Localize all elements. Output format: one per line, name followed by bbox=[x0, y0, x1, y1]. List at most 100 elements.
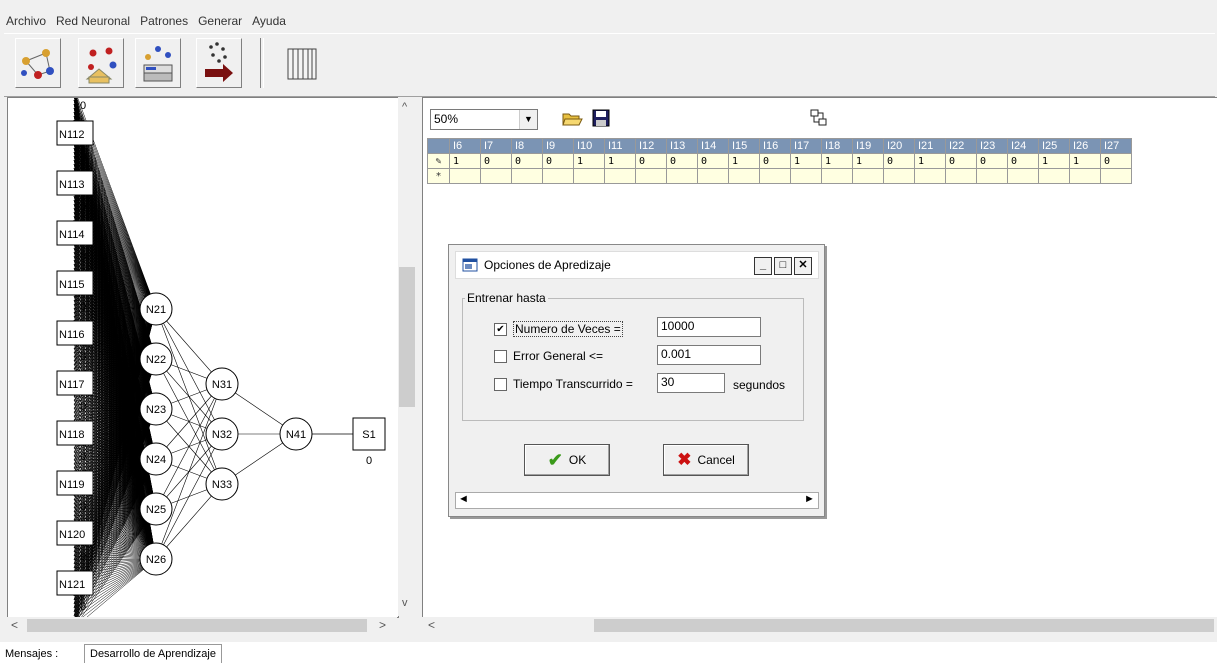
dialog-horizontal-scrollbar[interactable]: ◄ ► bbox=[455, 492, 819, 509]
column-header[interactable]: I18 bbox=[821, 138, 853, 154]
close-button[interactable]: ✕ bbox=[794, 257, 812, 275]
hidden-neuron[interactable]: N32 bbox=[205, 417, 239, 451]
column-header[interactable]: I6 bbox=[449, 138, 481, 154]
table-new-row[interactable]: * bbox=[427, 168, 1132, 184]
menu-ayuda[interactable]: Ayuda bbox=[247, 12, 291, 32]
table-cell-empty[interactable] bbox=[697, 168, 729, 184]
error-option[interactable]: Error General <= bbox=[494, 349, 603, 363]
save-icon[interactable] bbox=[591, 108, 611, 128]
patterns-button[interactable] bbox=[78, 38, 124, 88]
table-cell[interactable]: 0 bbox=[1100, 153, 1132, 169]
table-cell-empty[interactable] bbox=[759, 168, 791, 184]
patterns-hscroll-thumb[interactable] bbox=[594, 619, 1214, 632]
grid-view-button[interactable] bbox=[279, 38, 325, 88]
table-cell[interactable]: 0 bbox=[635, 153, 667, 169]
table-cell-empty[interactable] bbox=[573, 168, 605, 184]
error-checkbox[interactable] bbox=[494, 349, 507, 363]
arrange-icon[interactable] bbox=[809, 108, 829, 128]
column-header[interactable]: I15 bbox=[728, 138, 760, 154]
column-header[interactable]: I13 bbox=[666, 138, 698, 154]
table-cell-empty[interactable] bbox=[604, 168, 636, 184]
input-neuron[interactable]: N120 bbox=[56, 520, 94, 546]
patterns-horizontal-scrollbar[interactable]: < bbox=[422, 617, 1217, 634]
network-vscroll-thumb[interactable] bbox=[399, 267, 415, 407]
column-header[interactable]: I14 bbox=[697, 138, 729, 154]
network-horizontal-scrollbar[interactable]: < > bbox=[7, 617, 397, 634]
column-header[interactable]: I25 bbox=[1038, 138, 1070, 154]
scroll-left-icon[interactable]: ◄ bbox=[458, 493, 469, 505]
column-header[interactable]: I10 bbox=[573, 138, 605, 154]
column-header[interactable]: I12 bbox=[635, 138, 667, 154]
table-cell[interactable]: 1 bbox=[1038, 153, 1070, 169]
table-cell[interactable]: 0 bbox=[511, 153, 543, 169]
tab-desarrollo-aprendizaje[interactable]: Desarrollo de Aprendizaje bbox=[84, 644, 222, 663]
input-neuron[interactable]: N117 bbox=[56, 370, 94, 396]
hidden-neuron[interactable]: N21 bbox=[139, 292, 173, 326]
table-cell-empty[interactable] bbox=[542, 168, 574, 184]
train-button[interactable] bbox=[135, 38, 181, 88]
column-header[interactable]: I27 bbox=[1100, 138, 1132, 154]
column-header[interactable]: I17 bbox=[790, 138, 822, 154]
input-neuron[interactable]: N114 bbox=[56, 220, 94, 246]
table-cell[interactable]: 0 bbox=[1007, 153, 1039, 169]
table-cell[interactable]: 1 bbox=[604, 153, 636, 169]
table-cell-empty[interactable] bbox=[728, 168, 760, 184]
column-header[interactable]: I26 bbox=[1069, 138, 1101, 154]
table-cell[interactable]: 1 bbox=[852, 153, 884, 169]
hidden-neuron[interactable]: N22 bbox=[139, 342, 173, 376]
menu-archivo[interactable]: Archivo bbox=[0, 12, 51, 32]
column-header[interactable]: I24 bbox=[1007, 138, 1039, 154]
hidden-neuron[interactable]: N23 bbox=[139, 392, 173, 426]
column-header[interactable]: I23 bbox=[976, 138, 1008, 154]
output-neuron[interactable]: S1 bbox=[352, 417, 386, 451]
column-header[interactable]: I19 bbox=[852, 138, 884, 154]
menu-generar[interactable]: Generar bbox=[193, 12, 247, 32]
table-cell-empty[interactable] bbox=[945, 168, 977, 184]
input-neuron[interactable]: N115 bbox=[56, 270, 94, 296]
table-cell-empty[interactable] bbox=[883, 168, 915, 184]
table-cell-empty[interactable] bbox=[449, 168, 481, 184]
network-vertical-scrollbar[interactable]: ^ v bbox=[398, 97, 416, 616]
scroll-right-icon[interactable]: ► bbox=[804, 493, 815, 505]
input-neuron[interactable]: N112 bbox=[56, 120, 94, 146]
table-cell-empty[interactable] bbox=[1038, 168, 1070, 184]
hidden-neuron[interactable]: N31 bbox=[205, 367, 239, 401]
table-cell[interactable]: 0 bbox=[883, 153, 915, 169]
table-row[interactable]: ✎ 1 0 0 0 1 1 0 0 0 1 0 1 1 1 0 1 0 0 0 1 1 0 bbox=[427, 153, 1132, 169]
tiempo-checkbox[interactable] bbox=[494, 377, 507, 391]
table-cell[interactable]: 0 bbox=[945, 153, 977, 169]
table-cell[interactable]: 0 bbox=[759, 153, 791, 169]
table-cell[interactable]: 0 bbox=[542, 153, 574, 169]
table-cell[interactable]: 1 bbox=[790, 153, 822, 169]
table-cell-empty[interactable] bbox=[635, 168, 667, 184]
scroll-up-icon[interactable]: ^ bbox=[402, 101, 407, 113]
generate-button[interactable] bbox=[196, 38, 242, 88]
input-neuron[interactable]: N118 bbox=[56, 420, 94, 446]
input-neuron[interactable]: N119 bbox=[56, 470, 94, 496]
error-input[interactable]: 0.001 bbox=[657, 345, 761, 365]
table-cell[interactable]: 1 bbox=[914, 153, 946, 169]
numero-option[interactable]: ✔ Numero de Veces = bbox=[494, 321, 623, 337]
column-header[interactable]: I16 bbox=[759, 138, 791, 154]
table-cell-empty[interactable] bbox=[852, 168, 884, 184]
open-folder-icon[interactable] bbox=[561, 108, 583, 128]
table-cell-empty[interactable] bbox=[976, 168, 1008, 184]
table-cell-empty[interactable] bbox=[914, 168, 946, 184]
hidden-neuron[interactable]: N25 bbox=[139, 492, 173, 526]
network-button[interactable] bbox=[15, 38, 61, 88]
table-cell-empty[interactable] bbox=[511, 168, 543, 184]
hidden-neuron[interactable]: N33 bbox=[205, 467, 239, 501]
table-cell[interactable]: 1 bbox=[728, 153, 760, 169]
maximize-button[interactable]: □ bbox=[774, 257, 792, 275]
table-cell[interactable]: 1 bbox=[821, 153, 853, 169]
table-cell-empty[interactable] bbox=[480, 168, 512, 184]
table-cell[interactable]: 0 bbox=[976, 153, 1008, 169]
input-neuron[interactable]: N116 bbox=[56, 320, 94, 346]
dialog-titlebar[interactable]: Opciones de Apredizaje _ □ ✕ bbox=[455, 251, 819, 279]
column-header[interactable]: I22 bbox=[945, 138, 977, 154]
numero-checkbox[interactable]: ✔ bbox=[494, 322, 507, 336]
minimize-button[interactable]: _ bbox=[754, 257, 772, 275]
scroll-left-icon[interactable]: < bbox=[11, 618, 18, 632]
table-cell[interactable]: 1 bbox=[1069, 153, 1101, 169]
table-cell[interactable]: 1 bbox=[573, 153, 605, 169]
